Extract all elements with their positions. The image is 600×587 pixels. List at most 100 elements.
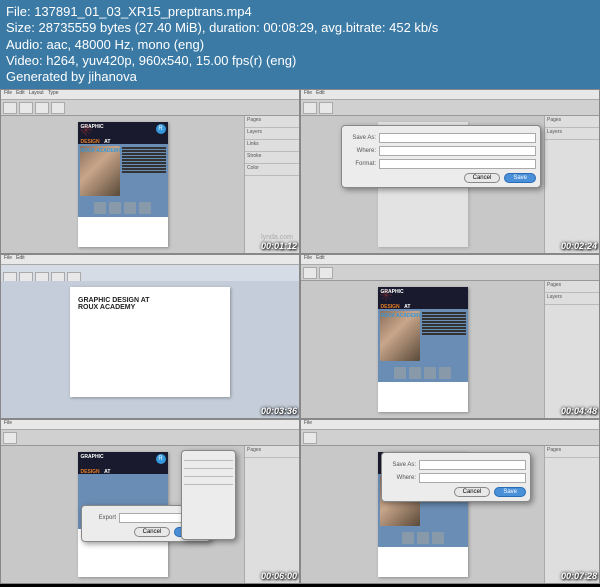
saveas-field[interactable] (379, 133, 536, 143)
cancel-button[interactable]: Cancel (134, 527, 171, 537)
saveas-label: Save As: (346, 135, 376, 141)
tool-button[interactable] (35, 102, 49, 114)
tool-button[interactable] (303, 432, 317, 444)
video-label: Video: (6, 53, 43, 68)
size-label: Size: (6, 20, 35, 35)
save-button[interactable]: Save (504, 173, 536, 183)
timestamp: 00:03:36 (261, 406, 297, 416)
flyer-title-2b: AT (104, 139, 110, 145)
generated-by: jihanova (88, 69, 136, 84)
flyer-document: GRAPHIC DESIGN AT ROUX ACADEMY (378, 287, 468, 412)
flyer-footer (378, 364, 468, 382)
toolbar (301, 430, 599, 446)
audio-value: aac, 48000 Hz, mono (eng) (47, 37, 205, 52)
style-item[interactable] (184, 453, 233, 461)
menu-file[interactable]: File (4, 90, 12, 99)
panel-dock: PagesLayers (544, 116, 599, 253)
thumbnail-grid: FileEditLayoutType PagesLayersLinksStrok… (0, 89, 600, 584)
toolbar (301, 100, 599, 116)
menu-bar: File (301, 420, 599, 430)
menu-bar: File Edit Layout Type (1, 90, 299, 100)
file-label: File: (6, 4, 31, 19)
tool-button[interactable] (303, 102, 317, 114)
workspace: GRAPHIC DESIGN AT ROUX ACADEMY (1, 281, 299, 418)
tool-button[interactable] (19, 102, 33, 114)
where-label: Where: (386, 475, 416, 481)
panel-dock: Pages (544, 446, 599, 583)
panel-dock: PagesLayersLinksStrokeColor (244, 116, 299, 253)
doc-heading-l2: ROUX ACADEMY (78, 304, 222, 311)
style-item[interactable] (184, 477, 233, 485)
timestamp: 00:07:28 (561, 571, 597, 581)
logo-badge: R (156, 124, 166, 134)
style-item[interactable] (184, 461, 233, 469)
generated-label: Generated by (6, 69, 85, 84)
cancel-button[interactable]: Cancel (464, 173, 501, 183)
flyer-footer (378, 529, 468, 547)
saveas-field[interactable] (419, 460, 526, 470)
duration-label: duration: (209, 20, 260, 35)
saveas-label: Save As: (386, 462, 416, 468)
flyer-header: GRAPHIC DESIGN AT ROUX ACADEMY (378, 287, 468, 309)
tool-button[interactable] (3, 432, 17, 444)
thumb-5: File Pages GRAPHIC DESIGN AT R Export Ca… (0, 419, 300, 584)
menu-edit[interactable]: Edit (16, 90, 25, 99)
panel-color[interactable]: Color (245, 164, 299, 176)
toolbar (1, 430, 299, 446)
menu-bar: FileEdit (301, 90, 599, 100)
thumb-3: FileEdit GRAPHIC DESIGN AT ROUX ACADEMY … (0, 254, 300, 419)
timestamp: 00:06:00 (261, 571, 297, 581)
where-field[interactable] (419, 473, 526, 483)
doc-heading-l1: GRAPHIC DESIGN AT (78, 297, 222, 304)
flyer-title-3: ROUX ACADEMY (81, 148, 165, 154)
where-field[interactable] (379, 146, 536, 156)
save-dialog: Save As: Where: CancelSave (381, 452, 531, 502)
flyer-footer (78, 199, 168, 217)
panel-stroke[interactable]: Stroke (245, 152, 299, 164)
cancel-button[interactable]: Cancel (454, 487, 491, 497)
menu-layout[interactable]: Layout (29, 90, 44, 99)
export-label: Export (86, 515, 116, 521)
video-value: h264, yuv420p, 960x540, 15.00 fps(r) (en… (46, 53, 296, 68)
size-value: 28735559 bytes (27.40 MiB), (39, 20, 206, 35)
file-value: 137891_01_03_XR15_preptrans.mp4 (34, 4, 252, 19)
word-document: GRAPHIC DESIGN AT ROUX ACADEMY (70, 287, 230, 397)
timestamp: 00:02:24 (561, 241, 597, 251)
tool-button[interactable] (303, 267, 317, 279)
panel-layers[interactable]: Layers (245, 128, 299, 140)
where-label: Where: (346, 148, 376, 154)
thumb-1: File Edit Layout Type PagesLayersLinksStrok… (0, 89, 300, 254)
panel-dock: PagesLayers (544, 281, 599, 418)
panel-links[interactable]: Links (245, 140, 299, 152)
menu-type[interactable]: Type (48, 90, 59, 99)
timestamp: 00:01:12 (261, 241, 297, 251)
panel-dock: Pages (244, 446, 299, 583)
workspace: GRAPHIC DESIGN AT ROUX ACADEMY (301, 281, 544, 418)
thumb-6: File Pages Save As: Where: CancelSave 00… (300, 419, 600, 584)
workspace: GRAPHIC DESIGN AT ROUX ACADEMY R (1, 116, 244, 253)
tool-button[interactable] (3, 102, 17, 114)
save-button[interactable]: Save (494, 487, 526, 497)
panel-pages[interactable]: Pages (245, 116, 299, 128)
bitrate-label: avg.bitrate: (321, 20, 385, 35)
tool-button[interactable] (51, 102, 65, 114)
tool-button[interactable] (319, 102, 333, 114)
menu-bar: File (1, 420, 299, 430)
menu-bar: FileEdit (301, 255, 599, 265)
bitrate-value: 452 kb/s (389, 20, 438, 35)
format-label: Format: (346, 161, 376, 167)
flyer-document: GRAPHIC DESIGN AT ROUX ACADEMY R (78, 122, 168, 247)
tool-button[interactable] (319, 267, 333, 279)
save-dialog: Save As: Where: Format: CancelSave (341, 125, 541, 188)
starburst-icon (380, 288, 392, 300)
styles-panel[interactable] (181, 450, 236, 540)
toolbar (1, 100, 299, 116)
flyer-header: GRAPHIC DESIGN AT ROUX ACADEMY R (78, 122, 168, 144)
format-field[interactable] (379, 159, 536, 169)
toolbar (301, 265, 599, 281)
duration-value: 00:08:29, (263, 20, 317, 35)
logo-badge: R (156, 454, 166, 464)
flyer-title-2a: DESIGN (81, 139, 100, 145)
thumb-2: FileEdit PagesLayers Save As: Where: For… (300, 89, 600, 254)
style-item[interactable] (184, 469, 233, 477)
